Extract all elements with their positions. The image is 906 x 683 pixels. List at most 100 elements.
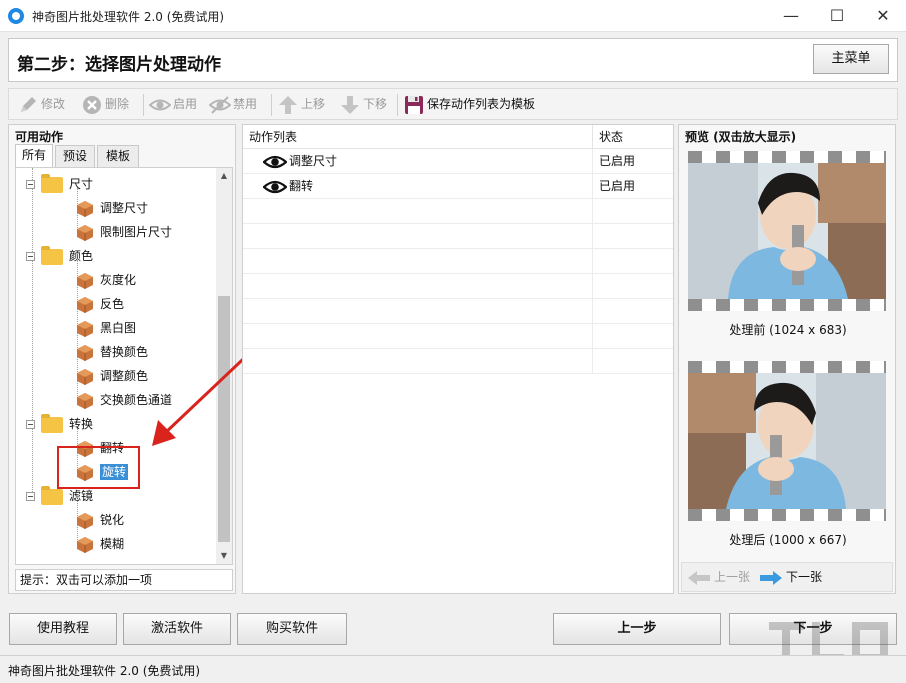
table-row[interactable]: 调整尺寸 已启用	[243, 149, 673, 174]
empty-cell	[243, 274, 593, 298]
tree-item-grayscale[interactable]: 灰度化	[76, 268, 136, 292]
package-icon	[77, 296, 93, 313]
folder-icon	[41, 245, 63, 265]
eye-icon[interactable]	[263, 179, 287, 195]
package-icon	[77, 464, 93, 481]
tree-item-flip[interactable]: 翻转	[76, 436, 124, 460]
film-strip	[688, 509, 886, 521]
tree-item-limit-size[interactable]: 限制图片尺寸	[76, 220, 172, 244]
tree-connector	[32, 168, 33, 498]
preview-panel: 预览 (双击放大显示) 处理前 (1024 x 683) 处理后 (1000 x…	[678, 124, 896, 594]
package-icon	[77, 440, 93, 457]
photo-after	[688, 373, 886, 509]
delete-button[interactable]: 删除	[81, 89, 129, 119]
preview-before-image[interactable]	[688, 151, 886, 311]
scroll-thumb[interactable]	[218, 296, 230, 542]
package-icon	[77, 368, 93, 385]
eye-icon	[149, 99, 171, 110]
eye-icon[interactable]	[263, 154, 287, 170]
status-bar: 神奇图片批处理软件 2.0 (免费试用)	[0, 655, 906, 683]
table-row	[243, 324, 673, 349]
before-caption: 处理前 (1024 x 683)	[729, 323, 847, 337]
tree-group-transform[interactable]: 转换	[26, 412, 93, 436]
scroll-up-icon[interactable]: ▲	[216, 168, 232, 184]
image-navigation: 上一张 下一张	[681, 562, 893, 592]
package-icon	[77, 536, 93, 553]
close-button[interactable]: ✕	[860, 0, 906, 32]
tab-all[interactable]: 所有	[15, 144, 53, 167]
edit-button[interactable]: 修改	[17, 89, 65, 119]
tree-item-adjust-color[interactable]: 调整颜色	[76, 364, 148, 388]
app-logo-icon	[8, 8, 24, 24]
collapse-icon[interactable]	[26, 492, 35, 501]
tree-scrollbar[interactable]: ▲ ▼	[216, 168, 232, 564]
folder-icon	[41, 413, 63, 433]
preview-after-image[interactable]	[688, 361, 886, 521]
toolbar-divider	[143, 94, 144, 116]
tab-template[interactable]: 模板	[97, 145, 139, 167]
available-actions-panel: 可用动作 所有 预设 模板 尺寸 调整尺寸 限制图片尺寸 颜色 灰度化 反色 黑	[8, 124, 236, 594]
empty-cell	[243, 249, 593, 273]
prev-step-button[interactable]: 上一步	[553, 613, 721, 645]
tutorial-button[interactable]: 使用教程	[9, 613, 117, 645]
film-strip	[688, 299, 886, 311]
enable-button[interactable]: 启用	[149, 89, 197, 119]
tree-group-size[interactable]: 尺寸	[26, 172, 93, 196]
tree-item-resize[interactable]: 调整尺寸	[76, 196, 148, 220]
action-name-cell: 调整尺寸	[243, 149, 593, 173]
activate-button[interactable]: 激活软件	[123, 613, 231, 645]
table-row	[243, 274, 673, 299]
disable-button[interactable]: 禁用	[209, 89, 257, 119]
window-title: 神奇图片批处理软件 2.0 (免费试用)	[32, 10, 225, 24]
tree-item-blur[interactable]: 模糊	[76, 532, 124, 556]
tree-item-sharpen[interactable]: 锐化	[76, 508, 124, 532]
hint-text: 提示：双击可以添加一项	[15, 569, 233, 591]
move-up-label: 上移	[301, 97, 326, 111]
tree-item-swap-channels[interactable]: 交换颜色通道	[76, 388, 172, 412]
after-caption: 处理后 (1000 x 667)	[729, 533, 847, 547]
maximize-button[interactable]: ☐	[814, 0, 860, 32]
package-icon	[77, 224, 93, 241]
column-header-action[interactable]: 动作列表	[243, 125, 593, 149]
main-menu-button[interactable]: 主菜单	[813, 44, 889, 74]
tree-item-invert[interactable]: 反色	[76, 292, 124, 316]
scroll-down-icon[interactable]: ▼	[216, 548, 232, 564]
minimize-button[interactable]: —	[768, 0, 814, 32]
tree-item-replace-color[interactable]: 替换颜色	[76, 340, 148, 364]
action-tree: 尺寸 调整尺寸 限制图片尺寸 颜色 灰度化 反色 黑白图 替换颜色 调整颜色 交…	[15, 167, 233, 565]
tree-item-rotate[interactable]: 旋转	[76, 460, 129, 484]
move-up-button[interactable]: 上移	[277, 89, 325, 119]
tree-group-filter[interactable]: 滤镜	[26, 484, 93, 508]
empty-cell	[243, 224, 593, 248]
table-row[interactable]: 翻转 已启用	[243, 174, 673, 199]
collapse-icon[interactable]	[26, 420, 35, 429]
collapse-icon[interactable]	[26, 252, 35, 261]
arrow-down-icon	[341, 95, 359, 114]
prev-image-button[interactable]: 上一张	[688, 563, 750, 591]
edit-label: 修改	[41, 97, 66, 111]
status-text: 神奇图片批处理软件 2.0 (免费试用)	[8, 664, 201, 678]
film-strip	[688, 151, 886, 163]
table-row	[243, 199, 673, 224]
move-down-label: 下移	[363, 97, 388, 111]
column-header-status[interactable]: 状态	[593, 125, 673, 149]
tab-preset[interactable]: 预设	[55, 145, 95, 167]
collapse-icon[interactable]	[26, 180, 35, 189]
toolbar: 修改 删除 启用 禁用 上移 下移 保存动作列表为模板	[8, 88, 898, 120]
step-header: 第二步：选择图片处理动作 主菜单	[8, 38, 898, 82]
pencil-icon	[21, 96, 36, 112]
move-down-button[interactable]: 下移	[339, 89, 387, 119]
enable-label: 启用	[173, 97, 198, 111]
tree-group-color[interactable]: 颜色	[26, 244, 93, 268]
delete-label: 删除	[105, 97, 130, 111]
tree-item-black-white[interactable]: 黑白图	[76, 316, 136, 340]
buy-button[interactable]: 购买软件	[237, 613, 347, 645]
available-actions-title: 可用动作	[15, 130, 64, 144]
next-image-button[interactable]: 下一张	[760, 563, 822, 591]
film-strip	[688, 361, 886, 373]
empty-cell	[243, 299, 593, 323]
save-template-button[interactable]: 保存动作列表为模板	[403, 89, 535, 119]
table-row	[243, 224, 673, 249]
package-icon	[77, 200, 93, 217]
action-status-cell: 已启用	[599, 179, 636, 193]
